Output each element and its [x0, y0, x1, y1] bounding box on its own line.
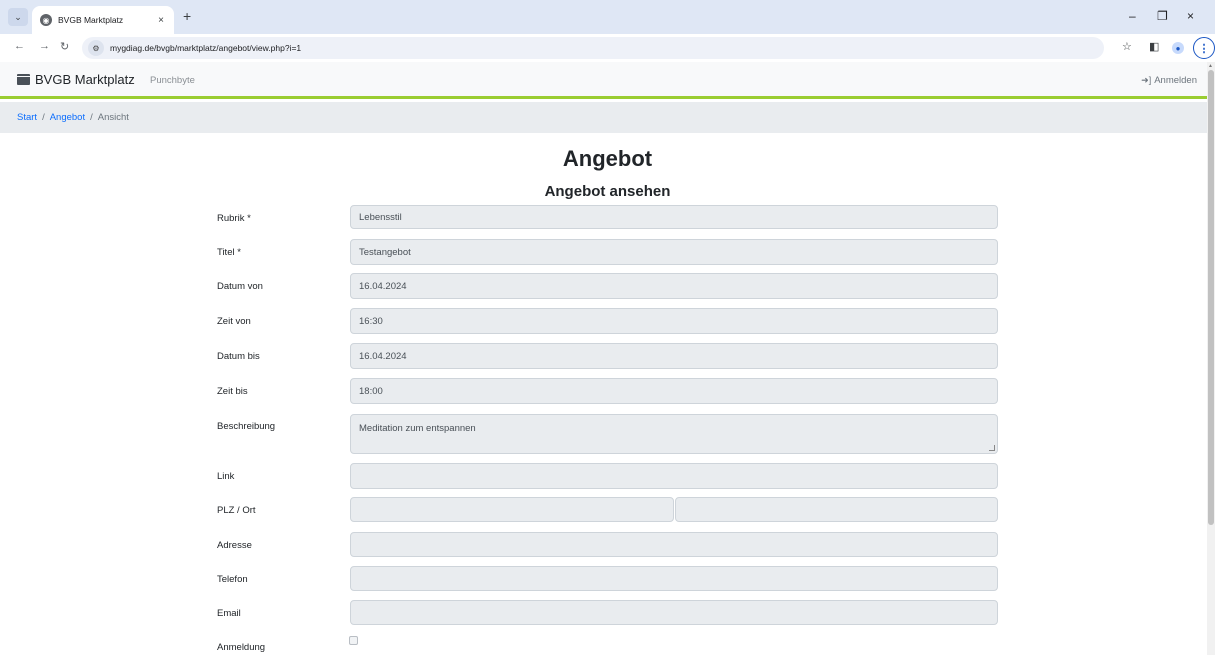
zeit-bis-label: Zeit bis: [217, 386, 248, 397]
zeit-von-label: Zeit von: [217, 316, 251, 327]
site-info-icon[interactable]: ⚙: [88, 40, 104, 56]
email-label: Email: [217, 608, 241, 619]
login-link[interactable]: ➜] Anmelden: [1141, 75, 1197, 86]
side-panel-icon[interactable]: ◧: [1149, 40, 1159, 53]
titel-field[interactable]: Testangebot: [350, 239, 998, 265]
adresse-label: Adresse: [217, 540, 252, 551]
breadcrumb-separator: /: [90, 112, 93, 123]
rubrik-label: Rubrik *: [217, 213, 251, 224]
sign-in-icon: ➜]: [1141, 75, 1152, 85]
brand-name: BVGB Marktplatz: [35, 72, 135, 87]
site-navbar: BVGB Marktplatz Punchbyte ➜] Anmelden: [0, 62, 1207, 99]
kebab-menu-icon[interactable]: ⋮: [1193, 37, 1215, 59]
browser-toolbar: ← → ↻ ⚙ mygdiag.de/bvgb/marktplatz/angeb…: [0, 34, 1215, 62]
plz-field[interactable]: [350, 497, 674, 522]
page-scrollbar[interactable]: ▲: [1207, 62, 1215, 655]
titel-label: Titel *: [217, 247, 241, 258]
breadcrumb-start[interactable]: Start: [17, 112, 37, 123]
brand-link[interactable]: BVGB Marktplatz: [17, 72, 135, 87]
datum-bis-field[interactable]: 16.04.2024: [350, 343, 998, 369]
breadcrumb-separator: /: [42, 112, 45, 123]
tab-close-button[interactable]: ×: [158, 15, 164, 26]
adresse-field[interactable]: [350, 532, 998, 557]
link-label: Link: [217, 471, 235, 482]
datum-bis-label: Datum bis: [217, 351, 260, 362]
page-subtitle: Angebot ansehen: [544, 183, 671, 200]
reload-icon[interactable]: ↻: [60, 40, 69, 53]
page-title: Angebot: [562, 146, 653, 171]
anmeldung-label: Anmeldung: [217, 642, 266, 653]
scrollbar-thumb[interactable]: [1208, 70, 1214, 525]
zeit-von-field[interactable]: 16:30: [350, 308, 998, 334]
datum-von-label: Datum von: [217, 281, 263, 292]
ort-field[interactable]: [675, 497, 998, 522]
scroll-up-icon[interactable]: ▲: [1208, 63, 1213, 69]
login-label: Anmelden: [1154, 75, 1197, 86]
restore-button[interactable]: ❐: [1157, 9, 1168, 23]
plz-ort-label: PLZ / Ort: [217, 505, 256, 516]
beschreibung-textarea[interactable]: Meditation zum entspannen: [350, 414, 998, 454]
telefon-field[interactable]: [350, 566, 998, 591]
beschreibung-label: Beschreibung: [217, 421, 276, 432]
beschreibung-value: Meditation zum entspannen: [359, 423, 476, 434]
zeit-bis-field[interactable]: 18:00: [350, 378, 998, 404]
globe-icon: ◉: [40, 14, 52, 26]
minimize-button[interactable]: –: [1129, 9, 1136, 23]
nav-link-punchbyte[interactable]: Punchbyte: [150, 75, 195, 86]
profile-icon[interactable]: ●: [1172, 42, 1184, 54]
page-viewport: BVGB Marktplatz Punchbyte ➜] Anmelden St…: [0, 62, 1207, 655]
tab-title: BVGB Marktplatz: [58, 15, 124, 25]
breadcrumb-angebot[interactable]: Angebot: [50, 112, 85, 123]
datum-von-field[interactable]: 16.04.2024: [350, 273, 998, 299]
link-field[interactable]: [350, 463, 998, 489]
email-field[interactable]: [350, 600, 998, 625]
back-arrow-icon[interactable]: ←: [14, 40, 25, 52]
tab-search-button[interactable]: ⌄: [8, 8, 28, 26]
breadcrumb: Start / Angebot / Ansicht: [0, 102, 1207, 133]
browser-tabstrip: ⌄ ◉ BVGB Marktplatz × + – ❐ ×: [0, 0, 1215, 34]
window-close-button[interactable]: ×: [1187, 9, 1194, 23]
browser-tab[interactable]: ◉ BVGB Marktplatz ×: [32, 6, 174, 34]
rubrik-field[interactable]: Lebensstil: [350, 205, 998, 229]
anmeldung-checkbox[interactable]: [349, 636, 358, 645]
breadcrumb-current: Ansicht: [97, 112, 129, 123]
address-bar[interactable]: ⚙ mygdiag.de/bvgb/marktplatz/angebot/vie…: [82, 37, 1104, 59]
resize-handle-icon[interactable]: [989, 445, 995, 451]
new-tab-button[interactable]: +: [183, 8, 191, 24]
url-text[interactable]: mygdiag.de/bvgb/marktplatz/angebot/view.…: [110, 43, 301, 53]
telefon-label: Telefon: [217, 574, 248, 585]
forward-arrow-icon[interactable]: →: [39, 40, 50, 52]
bookmark-star-icon[interactable]: ☆: [1122, 40, 1132, 53]
calendar-icon: [17, 74, 30, 85]
